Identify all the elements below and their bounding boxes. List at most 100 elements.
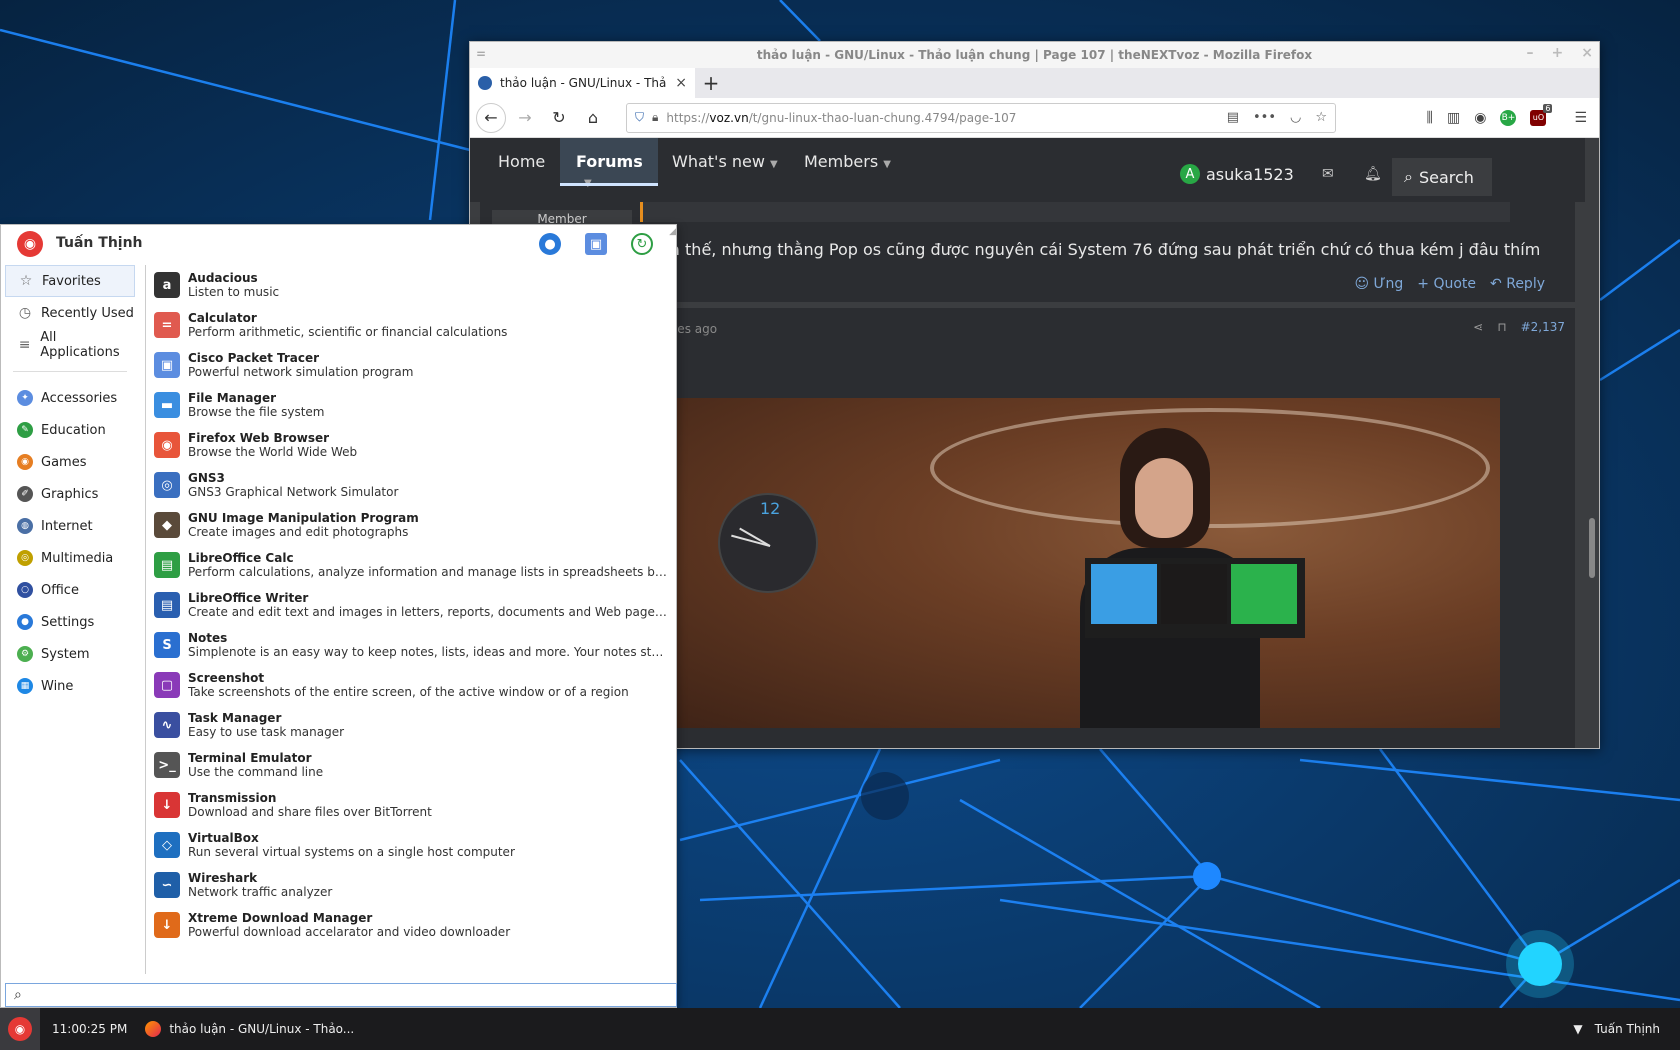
tab-close-icon[interactable]: × — [675, 75, 687, 91]
pocket-icon[interactable]: ◡ — [1290, 110, 1301, 125]
reply-button[interactable]: ↶ Reply — [1490, 276, 1545, 292]
search-input[interactable] — [27, 987, 628, 1003]
nav-members[interactable]: Members ▼ — [804, 152, 891, 171]
new-tab-button[interactable]: + — [695, 68, 727, 98]
nav-whats-new[interactable]: What's new ▼ — [672, 152, 778, 171]
app-description: Powerful network simulation program — [188, 365, 414, 379]
category-education[interactable]: ✎ Education — [5, 414, 135, 446]
username: asuka1523 — [1206, 164, 1294, 184]
window-titlebar[interactable]: = thảo luận - GNU/Linux - Thảo luận chun… — [470, 42, 1599, 68]
app-item[interactable]: ◇ VirtualBox Run several virtual systems o… — [146, 825, 675, 865]
sidebar-icon[interactable]: ▥ — [1447, 110, 1460, 126]
taskbar: ◉ 11:00:25 PM thảo luận - GNU/Linux - Th… — [0, 1008, 1680, 1050]
category-settings[interactable]: ● Settings — [5, 606, 135, 638]
menu-search[interactable]: ⌕ — [5, 983, 677, 1007]
account-icon[interactable]: ◉ — [1474, 110, 1486, 126]
app-item[interactable]: ▣ Cisco Packet Tracer Powerful network sim… — [146, 345, 675, 385]
app-name: GNS3 — [188, 471, 225, 485]
reader-mode-icon[interactable]: ▤ — [1227, 110, 1239, 125]
reload-button[interactable]: ↻ — [544, 103, 574, 133]
app-name: Screenshot — [188, 671, 265, 685]
ublock-icon[interactable]: uO 6 — [1530, 103, 1553, 126]
app-item[interactable]: ◆ GNU Image Manipulation Program Create im… — [146, 505, 675, 545]
category-wine[interactable]: ▦ Wine — [5, 670, 135, 702]
app-icon: ◆ — [154, 512, 180, 538]
scrollbar[interactable] — [1589, 518, 1595, 578]
category-system[interactable]: ⚙ System — [5, 638, 135, 670]
app-item[interactable]: ↓ Xtreme Download Manager Powerful downloa… — [146, 905, 675, 945]
app-icon: ↓ — [154, 792, 180, 818]
resize-grip-icon[interactable]: ◢ — [669, 227, 676, 237]
app-item[interactable]: ◎ GNS3 GNS3 Graphical Network Simulator — [146, 465, 675, 505]
home-button[interactable]: ⌂ — [578, 103, 608, 133]
taskbar-window-title: thảo luận - GNU/Linux - Thảo... — [169, 1022, 355, 1036]
app-item[interactable]: ▢ Screenshot Take screenshots of the entir… — [146, 665, 675, 705]
category-favorites[interactable]: ☆ Favorites — [5, 265, 135, 297]
app-item[interactable]: ▤ LibreOffice Calc Perform calculations, a… — [146, 545, 675, 585]
forward-button[interactable]: → — [510, 103, 540, 133]
nav-forums[interactable]: Forums ▼ — [560, 138, 658, 189]
inbox-icon[interactable]: ✉ — [1322, 166, 1334, 182]
swatch — [1091, 564, 1157, 624]
start-menu-button[interactable]: ◉ — [0, 1008, 40, 1050]
page-actions-icon[interactable]: ••• — [1253, 110, 1276, 125]
category-graphics[interactable]: ✐ Graphics — [5, 478, 135, 510]
category-internet[interactable]: ◍ Internet — [5, 510, 135, 542]
bookmark-icon[interactable]: ⊓ — [1497, 320, 1506, 334]
app-description: Create images and edit photographs — [188, 525, 409, 539]
app-name: VirtualBox — [188, 831, 259, 845]
category-icon: ◉ — [17, 454, 33, 470]
settings-icon[interactable]: ● — [539, 233, 561, 255]
category-games[interactable]: ◉ Games — [5, 446, 135, 478]
shield-icon[interactable]: ⛉ — [635, 110, 644, 125]
category-icon: ✦ — [17, 390, 33, 406]
category-recently-used[interactable]: ◷ Recently Used — [5, 297, 135, 329]
taskbar-window-button[interactable]: thảo luận - GNU/Linux - Thảo... — [145, 1021, 354, 1037]
app-name: Audacious — [188, 271, 258, 285]
category-multimedia[interactable]: ◎ Multimedia — [5, 542, 135, 574]
category-accessories[interactable]: ✦ Accessories — [5, 382, 135, 414]
hamburger-menu-icon[interactable]: ☰ — [1574, 110, 1587, 126]
app-icon: a — [154, 272, 180, 298]
extension-icon[interactable]: B+ — [1500, 109, 1517, 126]
library-icon[interactable]: ⫼ — [1427, 110, 1433, 126]
category-office[interactable]: ○ Office — [5, 574, 135, 606]
user-account[interactable]: A asuka1523 — [1180, 164, 1294, 184]
app-item[interactable]: ∽ Wireshark Network traffic analyzer — [146, 865, 675, 905]
app-item[interactable]: a Audacious Listen to music — [146, 265, 675, 305]
app-item[interactable]: >_ Terminal Emulator Use the command line — [146, 745, 675, 785]
firefox-icon — [145, 1021, 162, 1037]
clock[interactable]: 11:00:25 PM — [52, 1022, 127, 1036]
quote-button[interactable]: + Quote — [1417, 276, 1476, 292]
lock-screen-icon[interactable]: ▣ — [585, 233, 607, 255]
bell-icon[interactable]: 🔔︎ — [1364, 166, 1382, 182]
url-bar[interactable]: ⛉ 🔒︎ https://voz.vn/t/gnu-linux-thao-lua… — [626, 102, 1336, 133]
app-item[interactable]: = Calculator Perform arithmetic, scientifi… — [146, 305, 675, 345]
app-item[interactable]: S Notes Simplenote is an easy way to keep … — [146, 625, 675, 665]
app-item[interactable]: ▤ LibreOffice Writer Create and edit text … — [146, 585, 675, 625]
app-name: File Manager — [188, 391, 277, 405]
search-button[interactable]: ⌕ Search — [1392, 158, 1492, 196]
app-item[interactable]: ↓ Transmission Download and share files ov… — [146, 785, 675, 825]
logout-icon[interactable]: ↻ — [631, 233, 653, 255]
back-button[interactable]: ← — [476, 102, 506, 133]
app-icon: ◎ — [154, 472, 180, 498]
members-dropdown-icon: ▼ — [883, 159, 891, 170]
maximize-icon[interactable]: + — [1552, 45, 1564, 61]
lock-icon[interactable]: 🔒︎ — [652, 110, 658, 125]
post-number[interactable]: #2,137 — [1521, 320, 1565, 334]
category-all-applications[interactable]: ≡ All Applications — [5, 329, 135, 361]
bookmark-star-icon[interactable]: ☆ — [1315, 110, 1327, 125]
nav-home[interactable]: Home — [498, 152, 545, 171]
app-item[interactable]: ◉ Firefox Web Browser Browse the World Wid… — [146, 425, 675, 465]
app-item[interactable]: ∿ Task Manager Easy to use task manager — [146, 705, 675, 745]
minimize-icon[interactable]: – — [1527, 45, 1534, 61]
ung-button[interactable]: ☺ Ưng — [1354, 276, 1403, 292]
taskbar-user[interactable]: Tuấn Thịnh — [1595, 1022, 1660, 1036]
network-icon[interactable]: ▼ — [1573, 1022, 1582, 1036]
share-icon[interactable]: ⋖ — [1473, 320, 1483, 334]
window-menu-icon[interactable]: = — [476, 47, 486, 61]
app-item[interactable]: ▬ File Manager Browse the file system — [146, 385, 675, 425]
browser-tab[interactable]: thảo luận - GNU/Linux - Thảo × — [470, 68, 695, 98]
close-icon[interactable]: × — [1581, 45, 1593, 61]
